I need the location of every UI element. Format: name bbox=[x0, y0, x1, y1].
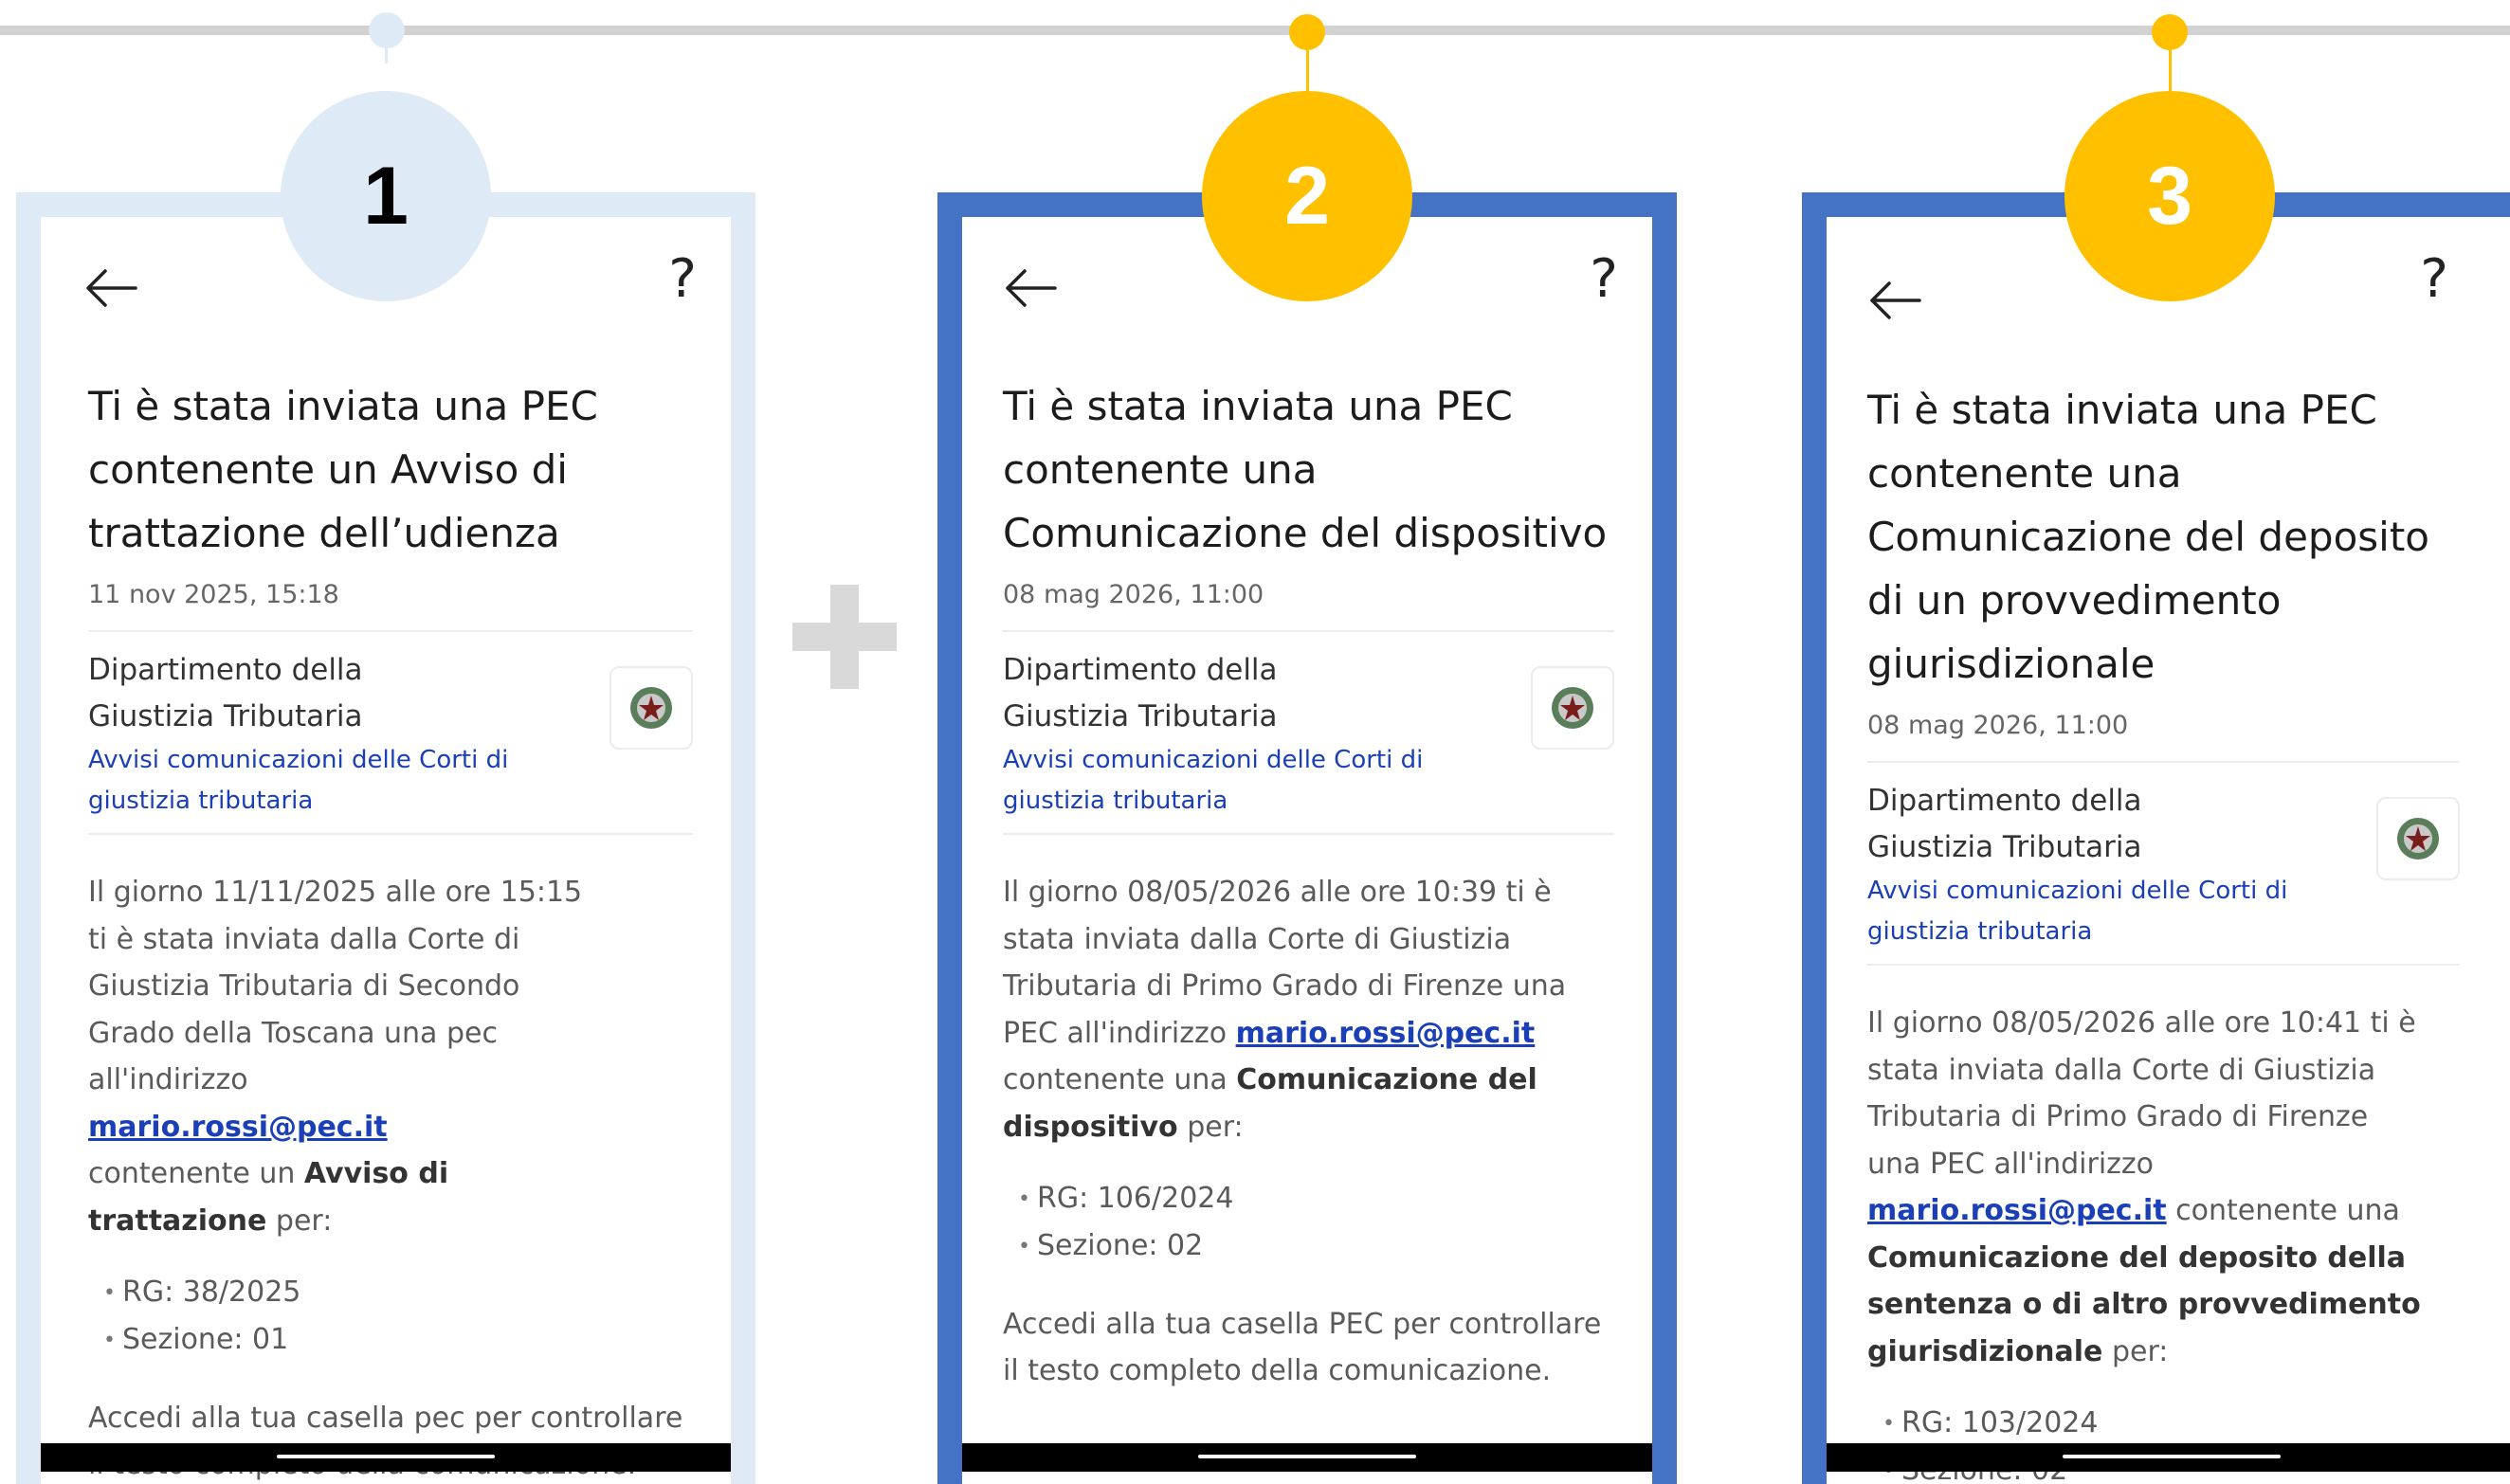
list-item: RG: 103/2024 bbox=[1886, 1400, 2460, 1447]
italian-republic-emblem-icon bbox=[2376, 797, 2460, 880]
notification-body: Il giorno 08/05/2026 alle ore 10:41 ti è… bbox=[1867, 1000, 2427, 1375]
sender-block: Dipartimento della Giustizia Tributaria … bbox=[1003, 632, 1614, 835]
email-link[interactable]: mario.rossi@pec.it bbox=[1236, 1017, 1536, 1050]
notification-title: Ti è stata inviata una PEC contenente un… bbox=[88, 383, 598, 556]
arrow-left-icon[interactable] bbox=[1004, 269, 1057, 307]
sender-name: Dipartimento della Giustizia Tributaria bbox=[88, 653, 363, 733]
notification-title: Ti è stata inviata una PEC contenente un… bbox=[1003, 383, 1608, 556]
italian-republic-emblem-icon bbox=[609, 666, 693, 750]
body-post: per: bbox=[275, 1203, 333, 1238]
notification-screen: ? Ti è stata inviata una PEC contenente … bbox=[1827, 217, 2510, 1484]
sender-name: Dipartimento della Giustizia Tributaria bbox=[1003, 653, 1278, 733]
list-item: RG: 106/2024 bbox=[1022, 1175, 1614, 1222]
sender-link[interactable]: Avvisi comunicazioni delle Corti di gius… bbox=[1867, 871, 2313, 952]
sender-block: Dipartimento della Giustizia Tributaria … bbox=[1867, 763, 2460, 966]
body-post: per: bbox=[2111, 1334, 2169, 1368]
step-badge-1: 1 bbox=[281, 91, 491, 301]
body-mid: contenente una bbox=[2175, 1194, 2400, 1227]
notification-body: Il giorno 08/05/2026 alle ore 10:39 ti è… bbox=[1003, 869, 1572, 1150]
step-badge-3: 3 bbox=[2064, 91, 2275, 301]
bullet-list: RG: 38/2025 Sezione: 01 bbox=[88, 1269, 693, 1365]
arrow-left-icon[interactable] bbox=[1868, 281, 1921, 319]
list-item: Sezione: 01 bbox=[107, 1316, 693, 1364]
phone-frame-step-2: ? Ti è stata inviata una PEC contenente … bbox=[937, 192, 1677, 1484]
question-mark-icon[interactable]: ? bbox=[1590, 253, 1618, 306]
timeline-dot-3 bbox=[2152, 14, 2188, 50]
notification-title: Ti è stata inviata una PEC contenente un… bbox=[1867, 387, 2429, 687]
footer-text: Accedi alla tua casella PEC per controll… bbox=[1003, 1307, 1602, 1388]
email-link[interactable]: mario.rossi@pec.it bbox=[88, 1111, 388, 1144]
notification-date: 08 mag 2026, 11:00 bbox=[1867, 711, 2460, 763]
sender-link[interactable]: Avvisi comunicazioni delle Corti di gius… bbox=[1003, 740, 1448, 822]
sender-block: Dipartimento della Giustizia Tributaria … bbox=[88, 632, 693, 835]
sender-link[interactable]: Avvisi comunicazioni delle Corti di gius… bbox=[88, 740, 534, 822]
plus-icon bbox=[792, 585, 897, 689]
timeline-dot-1 bbox=[369, 12, 405, 48]
list-item: RG: 38/2025 bbox=[107, 1269, 693, 1316]
italian-republic-emblem-icon bbox=[1531, 666, 1614, 750]
system-navbar bbox=[962, 1443, 1652, 1472]
body-post: per: bbox=[1187, 1110, 1244, 1144]
question-mark-icon[interactable]: ? bbox=[668, 253, 697, 306]
sender-name: Dipartimento della Giustizia Tributaria bbox=[1867, 784, 2142, 864]
notification-body: Il giorno 11/11/2025 alle ore 15:15 ti è… bbox=[88, 869, 600, 1244]
notification-date: 08 mag 2026, 11:00 bbox=[1003, 580, 1614, 632]
system-navbar bbox=[1827, 1443, 2510, 1472]
body-intro: Il giorno 08/05/2026 alle ore 10:41 ti è… bbox=[1867, 1006, 2416, 1181]
phone-frame-step-1: ? Ti è stata inviata una PEC contenente … bbox=[16, 192, 755, 1484]
body-mid: contenente un bbox=[88, 1157, 296, 1190]
phone-frame-step-3: ? Ti è stata inviata una PEC contenente … bbox=[1802, 192, 2510, 1484]
bullet-list: RG: 106/2024 Sezione: 02 bbox=[1003, 1175, 1614, 1271]
notification-screen: ? Ti è stata inviata una PEC contenente … bbox=[41, 217, 731, 1484]
notification-screen: ? Ti è stata inviata una PEC contenente … bbox=[962, 217, 1652, 1484]
email-link[interactable]: mario.rossi@pec.it bbox=[1867, 1194, 2167, 1227]
home-indicator[interactable] bbox=[2063, 1455, 2281, 1458]
notification-date: 11 nov 2025, 15:18 bbox=[88, 580, 693, 632]
system-navbar bbox=[41, 1443, 731, 1472]
list-item: Sezione: 02 bbox=[1022, 1222, 1614, 1270]
arrow-left-icon[interactable] bbox=[84, 269, 137, 307]
question-mark-icon[interactable]: ? bbox=[2420, 253, 2448, 306]
home-indicator[interactable] bbox=[277, 1455, 495, 1458]
body-intro: Il giorno 11/11/2025 alle ore 15:15 ti è… bbox=[88, 876, 583, 1096]
timeline-dot-2 bbox=[1289, 14, 1325, 50]
body-mid: contenente una bbox=[1003, 1063, 1228, 1096]
step-badge-2: 2 bbox=[1202, 91, 1412, 301]
home-indicator[interactable] bbox=[1198, 1455, 1416, 1458]
